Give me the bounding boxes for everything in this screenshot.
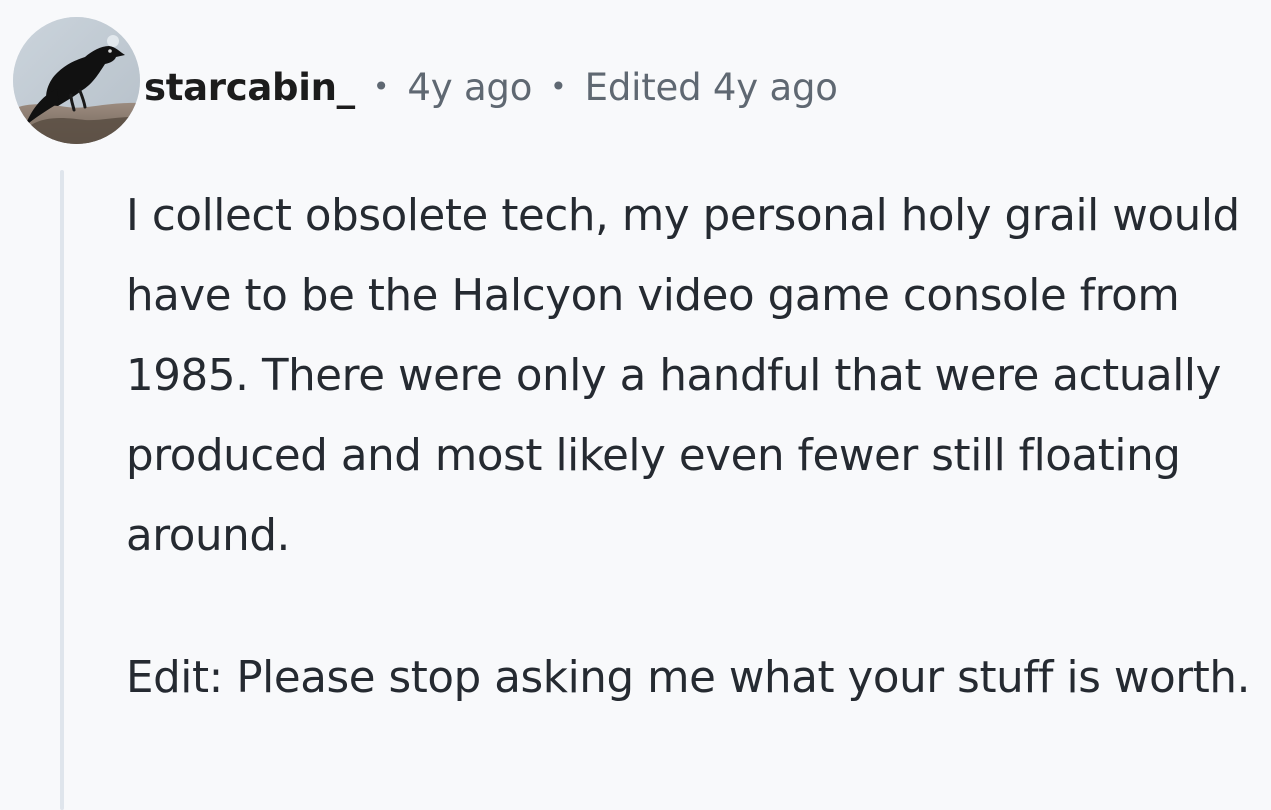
comment-timestamp[interactable]: 4y ago — [407, 58, 532, 118]
comment-paragraph: I collect obsolete tech, my personal hol… — [126, 191, 1240, 561]
meta-separator: • — [550, 70, 567, 103]
user-avatar[interactable] — [13, 17, 140, 144]
comment: starcabin_ • 4y ago • Edited 4y ago I co… — [0, 0, 1271, 810]
edited-label: Edited 4y ago — [584, 66, 838, 109]
author-username[interactable]: starcabin_ — [144, 58, 355, 118]
comment-meta: starcabin_ • 4y ago • Edited 4y ago — [144, 58, 838, 118]
thread-line[interactable] — [60, 170, 64, 810]
crow-avatar-icon — [13, 17, 140, 144]
comment-paragraph: Edit: Please stop asking me what your st… — [126, 653, 1251, 703]
meta-separator: • — [372, 70, 390, 103]
comment-body: I collect obsolete tech, my personal hol… — [126, 176, 1251, 718]
